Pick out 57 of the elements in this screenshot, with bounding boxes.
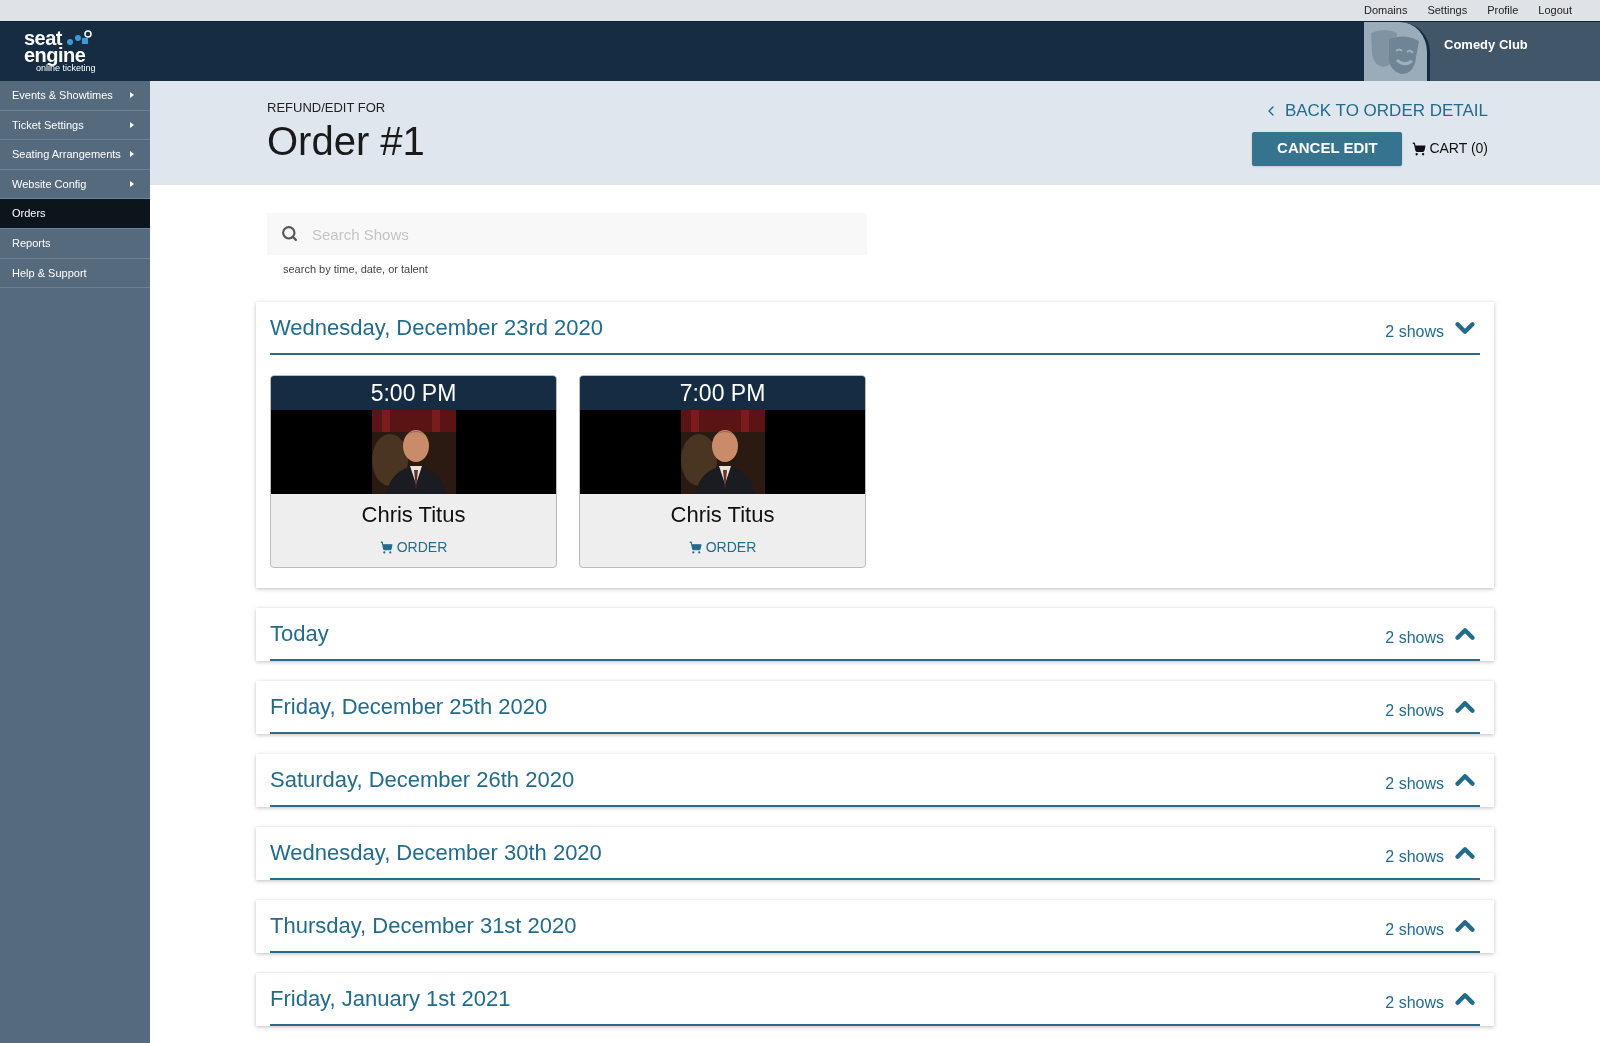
top-link[interactable]: Settings — [1427, 2, 1468, 19]
day-title: Thursday, December 31st 2020 — [270, 911, 577, 940]
order-title: Order #1 — [267, 117, 425, 164]
show-count: 2 shows — [1385, 847, 1444, 867]
cart-icon — [379, 540, 393, 554]
order-link[interactable]: ORDER — [688, 536, 757, 558]
sidebar-item[interactable]: Orders — [0, 199, 150, 229]
top-link[interactable]: Domains — [1364, 2, 1408, 19]
day-header[interactable]: Wednesday, December 23rd 2020 2 shows — [270, 301, 1480, 355]
day-title: Wednesday, December 30th 2020 — [270, 838, 602, 867]
day-header[interactable]: Today 2 shows — [270, 607, 1480, 661]
day-header[interactable]: Wednesday, December 30th 2020 2 shows — [270, 826, 1480, 880]
logo-text: engine — [24, 46, 86, 64]
day-title: Today — [270, 619, 329, 648]
search-icon — [281, 225, 298, 242]
cart-link[interactable]: CART (0) — [1412, 138, 1488, 159]
show-time: 7:00 PM — [580, 375, 865, 410]
venue-panel[interactable]: Comedy Club — [1364, 22, 1600, 81]
cart-icon — [1412, 141, 1427, 156]
search-hint: search by time, date, or talent — [282, 262, 429, 277]
show-count: 2 shows — [1385, 701, 1444, 721]
caret-icon — [130, 121, 134, 128]
cart-icon — [688, 540, 702, 554]
day-title: Saturday, December 26th 2020 — [270, 765, 575, 794]
day-title: Wednesday, December 23rd 2020 — [270, 313, 604, 342]
cancel-edit-button[interactable]: CANCEL EDIT — [1252, 131, 1403, 166]
caret-icon — [130, 151, 134, 158]
show-name: Chris Titus — [360, 500, 467, 529]
show-count: 2 shows — [1385, 322, 1444, 342]
order-link[interactable]: ORDER — [379, 536, 448, 558]
logo-text: seat — [24, 30, 63, 46]
show-time: 5:00 PM — [271, 375, 556, 410]
show-count: 2 shows — [1385, 628, 1444, 648]
top-link[interactable]: Logout — [1538, 2, 1572, 19]
day-header[interactable]: Friday, December 25th 2020 2 shows — [270, 680, 1480, 734]
show-card[interactable]: 7:00 PM Chris Titus ORDER — [579, 374, 866, 568]
caret-icon — [130, 92, 134, 99]
show-card[interactable]: 5:00 PM Chris Titus ORDER — [270, 374, 557, 568]
back-link[interactable]: BACK TO ORDER DETAIL — [1262, 98, 1488, 124]
show-count: 2 shows — [1385, 993, 1444, 1013]
show-count: 2 shows — [1385, 920, 1444, 940]
logo-seats-icon — [66, 30, 93, 46]
day-title: Friday, December 25th 2020 — [270, 692, 548, 721]
sidebar-item[interactable]: Reports — [0, 228, 150, 259]
order-overline: REFUND/EDIT FOR — [267, 99, 387, 117]
logo-tagline: online ticketing — [36, 64, 96, 73]
venue-name: Comedy Club — [1444, 35, 1528, 54]
top-link[interactable]: Profile — [1487, 2, 1519, 19]
day-header[interactable]: Thursday, December 31st 2020 2 shows — [270, 899, 1480, 953]
logo[interactable]: seat engine online ticketing — [0, 22, 150, 81]
sidebar-item[interactable]: Help & Support — [0, 258, 150, 289]
caret-icon — [130, 181, 134, 188]
day-title: Friday, January 1st 2021 — [270, 984, 511, 1013]
show-count: 2 shows — [1385, 774, 1444, 794]
show-name: Chris Titus — [669, 500, 776, 529]
day-header[interactable]: Saturday, December 26th 2020 2 shows — [270, 753, 1480, 807]
day-header[interactable]: Friday, January 1st 2021 2 shows — [270, 972, 1480, 1026]
